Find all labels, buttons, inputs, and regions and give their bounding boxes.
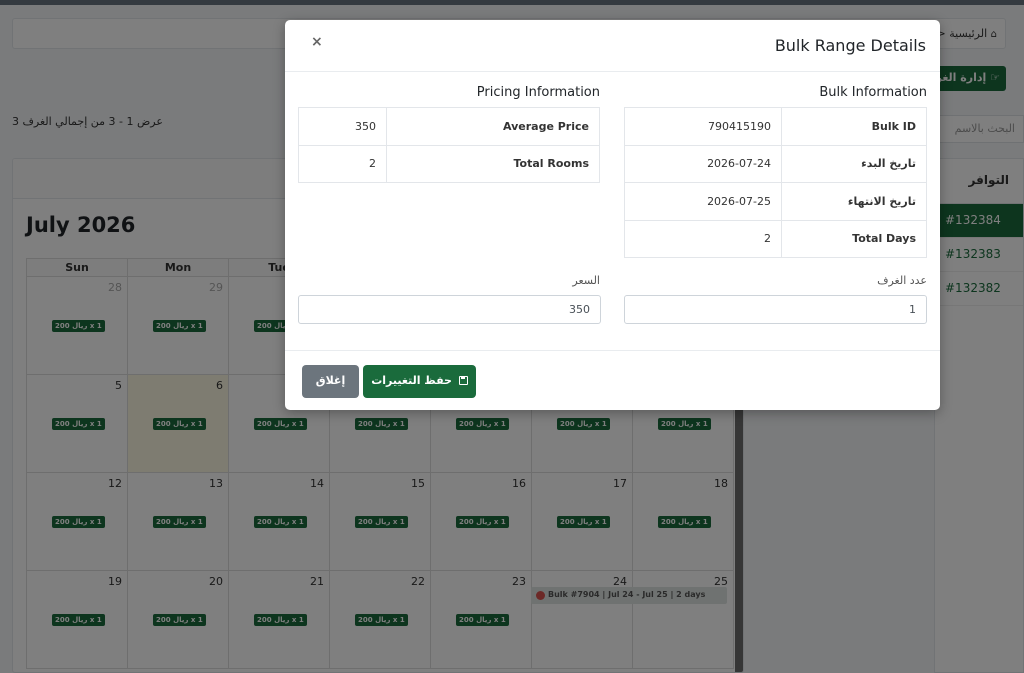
modal-footer: حفظ التغييرات إغلاق <box>285 350 940 410</box>
total-days-label: Total Days <box>781 219 927 258</box>
table-row: 2026-07-25 تاريخ الانتهاء <box>624 182 927 221</box>
bulk-info-table: 790415190 Bulk ID 2026-07-24 تاريخ البدء… <box>624 107 927 258</box>
rooms-count-input[interactable]: 1 <box>624 295 927 324</box>
average-price-value: 350 <box>298 107 387 146</box>
bulk-id-label: Bulk ID <box>781 107 927 146</box>
average-price-label: Average Price <box>386 107 600 146</box>
table-row: 790415190 Bulk ID <box>624 107 927 146</box>
total-days-value: 2 <box>624 219 782 258</box>
rooms-count-label: عدد الغرف <box>877 274 927 287</box>
modal-title: Bulk Range Details <box>774 36 926 55</box>
start-date-label: تاريخ البدء <box>781 144 927 183</box>
save-changes-button[interactable]: حفظ التغييرات <box>363 365 476 398</box>
end-date-label: تاريخ الانتهاء <box>781 182 927 221</box>
price-label: السعر <box>572 274 600 287</box>
bulk-info-title: Bulk Information <box>819 85 927 100</box>
table-row: 350 Average Price <box>298 107 600 146</box>
pricing-info-title: Pricing Information <box>476 85 600 100</box>
bulk-range-modal: Bulk Range Details × Bulk Information Pr… <box>285 20 940 410</box>
total-rooms-label: Total Rooms <box>386 144 600 183</box>
close-button[interactable]: إغلاق <box>302 365 359 398</box>
floppy-disk-icon <box>458 376 468 385</box>
end-date-value: 2026-07-25 <box>624 182 782 221</box>
close-icon[interactable]: × <box>311 34 323 50</box>
table-row: 2 Total Rooms <box>298 144 600 183</box>
table-row: 2 Total Days <box>624 219 927 258</box>
bulk-id-value: 790415190 <box>624 107 782 146</box>
total-rooms-value: 2 <box>298 144 387 183</box>
price-input[interactable]: 350 <box>298 295 601 324</box>
table-row: 2026-07-24 تاريخ البدء <box>624 144 927 183</box>
pricing-info-table: 350 Average Price 2 Total Rooms <box>298 107 600 183</box>
start-date-value: 2026-07-24 <box>624 144 782 183</box>
modal-header: Bulk Range Details × <box>285 20 940 72</box>
